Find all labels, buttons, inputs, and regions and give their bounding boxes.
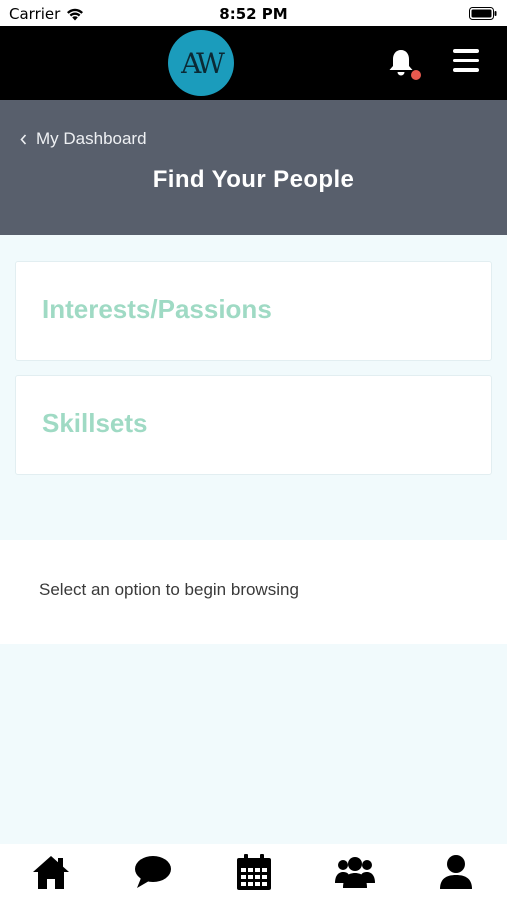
app-top-bar: AW [0, 26, 507, 100]
tab-profile[interactable] [435, 852, 477, 892]
chat-icon [135, 856, 171, 888]
bottom-tab-bar [0, 844, 507, 900]
back-link-label: My Dashboard [36, 129, 147, 148]
notification-dot [411, 70, 421, 80]
app-logo[interactable]: AW [168, 30, 234, 96]
option-label: Skillsets [42, 408, 148, 438]
browse-hint-text: Select an option to begin browsing [39, 580, 299, 599]
people-icon [335, 857, 375, 888]
back-link[interactable]: My Dashboard [20, 129, 147, 149]
browse-results-panel: Select an option to begin browsing [0, 540, 507, 644]
status-time: 8:52 PM [219, 5, 288, 23]
menu-line [453, 58, 479, 62]
tab-calendar[interactable] [233, 852, 275, 892]
option-card-interests[interactable]: Interests/Passions [15, 261, 492, 361]
tab-community[interactable] [334, 852, 376, 892]
menu-line [453, 68, 479, 72]
profile-icon [440, 855, 472, 889]
status-bar: Carrier 8:52 PM [0, 0, 507, 26]
option-label: Interests/Passions [42, 294, 272, 324]
menu-line [453, 49, 479, 53]
logo-text: AW [181, 46, 225, 80]
calendar-icon [237, 854, 271, 890]
home-icon [33, 856, 69, 889]
battery-icon [469, 7, 497, 20]
tab-home[interactable] [30, 852, 72, 892]
tab-messages[interactable] [132, 852, 174, 892]
page-title: Find Your People [152, 166, 355, 193]
hamburger-menu-icon[interactable] [453, 49, 479, 73]
option-card-skillsets[interactable]: Skillsets [15, 375, 492, 475]
page-header: My Dashboard Find Your People [0, 100, 507, 235]
chevron-left-icon [20, 133, 27, 145]
